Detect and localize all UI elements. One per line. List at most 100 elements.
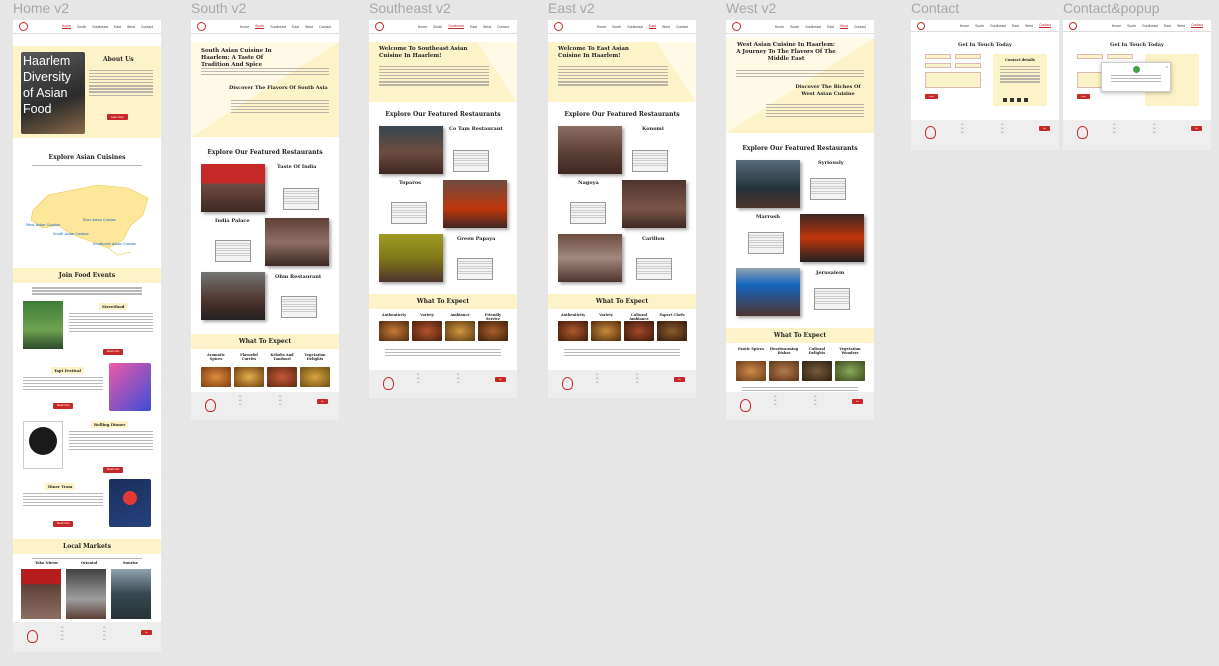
nav-home[interactable]: Home [1112,24,1121,28]
map-label-southeast[interactable]: Southeast Asian Cuisine [93,242,136,246]
nav-east[interactable]: East [1012,24,1019,28]
map-label-west[interactable]: West Asian Cuisine [26,223,60,227]
message-field[interactable] [925,72,981,88]
frame-home[interactable]: Home South Southeast East West Contact H… [13,20,161,652]
footer-button[interactable]: Go [1039,126,1050,131]
nav-southeast[interactable]: Southeast [627,25,643,29]
frame-west[interactable]: Home South Southeast East West Contact W… [726,20,874,420]
nav-home[interactable]: Home [597,25,606,29]
frame-contact[interactable]: Home South Southeast East West Contact G… [911,20,1059,150]
email-field[interactable] [1107,54,1133,59]
email-field[interactable] [955,54,981,59]
nav-east[interactable]: East [827,25,834,29]
nav-south[interactable]: South [77,25,86,29]
nav-home[interactable]: Home [240,25,249,29]
nav-southeast[interactable]: Southeast [270,25,286,29]
facebook-icon[interactable] [1017,98,1021,102]
restaurant-image[interactable] [736,160,800,208]
nav-contact[interactable]: Contact [1038,23,1051,28]
event-button[interactable]: Read more [53,520,74,527]
nav-contact[interactable]: Contact [319,25,331,29]
nav-south[interactable]: South [975,24,984,28]
frame-contact-popup[interactable]: Home South Southeast East West Contact G… [1063,20,1211,150]
nav-south[interactable]: South [1127,24,1136,28]
restaurant-image[interactable] [201,164,265,212]
event-button[interactable]: Read more [103,466,124,473]
nav-contact[interactable]: Contact [1190,23,1203,28]
nav-south[interactable]: South [612,25,621,29]
opening-hours-table [215,240,251,262]
close-icon[interactable]: × [1166,64,1168,69]
contact-title: Get In Touch Today [958,42,1012,48]
nav-east[interactable]: East [1164,24,1171,28]
nav-southeast[interactable]: Southeast [990,24,1006,28]
frame-south[interactable]: Home South Southeast East West Contact S… [191,20,339,420]
success-popup[interactable]: × [1101,62,1171,92]
event-button[interactable]: Read more [103,348,124,355]
nav-west[interactable]: West [840,24,848,29]
name-field[interactable] [1077,54,1103,59]
nav-south[interactable]: South [255,24,265,29]
restaurant-image[interactable] [443,180,507,228]
nav-west[interactable]: West [127,25,135,29]
restaurant-image[interactable] [265,218,329,266]
frame-east[interactable]: Home South Southeast East West Contact W… [548,20,696,398]
event-button[interactable]: Read more [53,402,74,409]
frame-southeast[interactable]: Home South Southeast East West Contact W… [369,20,517,398]
restaurant-name: Taste Of India [277,164,317,170]
nav-southeast[interactable]: Southeast [805,25,821,29]
market-image[interactable] [66,569,106,620]
restaurant-image[interactable] [558,126,622,174]
restaurant-image[interactable] [201,272,265,320]
nav-contact[interactable]: Contact [676,25,688,29]
nav-west[interactable]: West [483,25,491,29]
nav-home[interactable]: Home [775,25,784,29]
x-icon[interactable] [1010,98,1014,102]
restaurant-image[interactable] [558,234,622,282]
asia-map: West Asian Cuisine East Asian Cuisine So… [13,170,161,260]
footer-button[interactable]: Go [674,377,685,382]
nav-home[interactable]: Home [418,25,427,29]
map-label-east[interactable]: East Asian Cuisine [83,218,116,222]
footer-button[interactable]: Go [495,377,506,382]
map-label-south[interactable]: South Asian Cuisine [53,232,89,236]
instagram-icon[interactable] [1003,98,1007,102]
restaurant-image[interactable] [622,180,686,228]
nav-contact[interactable]: Contact [141,25,153,29]
nav-southeast[interactable]: Southeast [1142,24,1158,28]
phone-field[interactable] [925,63,951,68]
nav-southeast[interactable]: Southeast [448,24,464,29]
send-button[interactable]: Send [1077,94,1090,99]
restaurant-image[interactable] [736,268,800,316]
footer-button[interactable]: Go [317,399,328,404]
footer-button[interactable]: Go [852,399,863,404]
nav-south[interactable]: South [433,25,442,29]
subject-field[interactable] [955,63,981,68]
footer-button[interactable]: Go [1191,126,1202,131]
footer-button[interactable]: Go [141,630,152,635]
name-field[interactable] [925,54,951,59]
market-image[interactable] [21,569,61,620]
restaurant-image[interactable] [379,126,443,174]
market-image[interactable] [111,569,151,620]
nav-east[interactable]: East [649,24,657,29]
nav-southeast[interactable]: Southeast [92,25,108,29]
nav-contact[interactable]: Contact [497,25,509,29]
nav-west[interactable]: West [662,25,670,29]
featured-title: Explore Our Featured Restaurants [207,149,323,156]
restaurant-image[interactable] [800,214,864,262]
nav-west[interactable]: West [305,25,313,29]
about-button[interactable]: Learn more [107,114,128,120]
nav-home[interactable]: Home [960,24,969,28]
nav-east[interactable]: East [292,25,299,29]
nav-east[interactable]: East [114,25,121,29]
nav-east[interactable]: East [470,25,477,29]
restaurant-image[interactable] [379,234,443,282]
send-button[interactable]: Send [925,94,938,99]
nav-home[interactable]: Home [61,24,72,29]
nav-west[interactable]: West [1025,24,1033,28]
nav-south[interactable]: South [790,25,799,29]
nav-west[interactable]: West [1177,24,1185,28]
linkedin-icon[interactable] [1024,98,1028,102]
nav-contact[interactable]: Contact [854,25,866,29]
